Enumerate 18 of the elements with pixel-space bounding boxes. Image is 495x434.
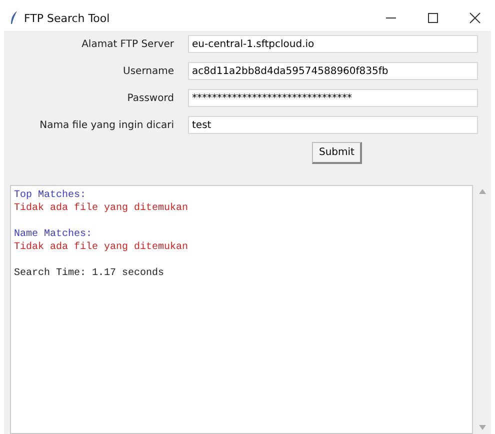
- output-line: Tidak ada file yang ditemukan: [14, 202, 190, 215]
- feather-icon: [10, 11, 18, 25]
- output-line: Top Matches:: [14, 189, 88, 202]
- output-line: Name Matches:: [14, 228, 94, 241]
- output-line: Search Time: 1.17 seconds: [14, 267, 166, 280]
- input-field[interactable]: ac8d11a2bb8d4da59574588960f835fb: [188, 62, 478, 80]
- window-title: FTP Search Tool: [24, 12, 110, 24]
- input-field[interactable]: ********************************: [188, 89, 478, 107]
- input-field[interactable]: eu-central-1.sftpcloud.io: [188, 35, 478, 53]
- input-field[interactable]: test: [188, 116, 478, 134]
- field-label: Alamat FTP Server: [80, 38, 175, 50]
- field-label: Nama file yang ingin dicari: [38, 120, 175, 130]
- field-label: Username: [122, 66, 175, 76]
- field-label: Password: [126, 92, 175, 104]
- maximize-icon[interactable]: [427, 12, 439, 24]
- close-icon[interactable]: [469, 12, 481, 24]
- output-line: Tidak ada file yang ditemukan: [14, 241, 190, 254]
- submit-button[interactable]: Submit: [312, 142, 362, 164]
